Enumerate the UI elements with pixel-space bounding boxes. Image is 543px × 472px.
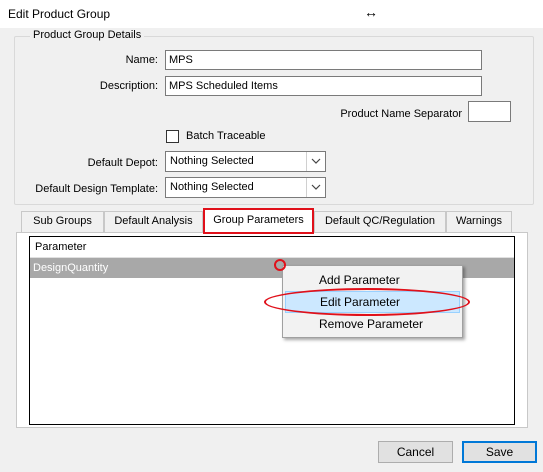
description-input[interactable] xyxy=(165,76,482,96)
default-depot-dropdown-button[interactable] xyxy=(306,152,325,171)
menu-item-remove-parameter[interactable]: Remove Parameter xyxy=(285,313,460,335)
tab-default-analysis[interactable]: Default Analysis xyxy=(104,211,203,232)
tab-sub-groups[interactable]: Sub Groups xyxy=(21,211,104,232)
cursor-annotation-circle xyxy=(274,259,286,271)
context-menu: Add Parameter Edit Parameter Remove Para… xyxy=(282,265,463,338)
default-design-template-dropdown-button[interactable] xyxy=(306,178,325,197)
tab-default-qc-regulation[interactable]: Default QC/Regulation xyxy=(314,211,446,232)
save-button[interactable]: Save xyxy=(462,441,537,463)
tab-warnings[interactable]: Warnings xyxy=(446,211,512,232)
menu-item-edit-parameter[interactable]: Edit Parameter xyxy=(285,291,460,313)
menu-item-add-parameter[interactable]: Add Parameter xyxy=(285,269,460,291)
chevron-down-icon xyxy=(311,158,321,164)
name-input[interactable] xyxy=(165,50,482,70)
name-label: Name: xyxy=(125,54,158,66)
batch-traceable-checkbox[interactable] xyxy=(166,130,179,143)
default-design-template-value: Nothing Selected xyxy=(170,181,254,193)
cancel-button[interactable]: Cancel xyxy=(378,441,453,463)
description-label: Description: xyxy=(99,80,158,92)
batch-traceable-label: Batch Traceable xyxy=(186,130,266,142)
separator-label: Product Name Separator xyxy=(340,108,462,120)
grid-header[interactable]: Parameter xyxy=(30,237,514,258)
default-depot-value: Nothing Selected xyxy=(170,155,254,167)
parameter-column-header: Parameter xyxy=(35,241,87,253)
default-design-template-label: Default Design Template: xyxy=(35,183,158,195)
separator-input[interactable] xyxy=(468,101,511,122)
resize-icon: ↔ xyxy=(364,4,378,20)
tab-group-parameters[interactable]: Group Parameters xyxy=(203,208,314,234)
default-design-template-combo[interactable]: Nothing Selected xyxy=(165,177,326,198)
default-depot-combo[interactable]: Nothing Selected xyxy=(165,151,326,172)
chevron-down-icon xyxy=(311,184,321,190)
default-depot-label: Default Depot: xyxy=(87,157,158,169)
window-title: Edit Product Group xyxy=(8,7,111,21)
parameter-cell: DesignQuantity xyxy=(33,262,109,274)
groupbox-title: Product Group Details xyxy=(30,29,145,41)
